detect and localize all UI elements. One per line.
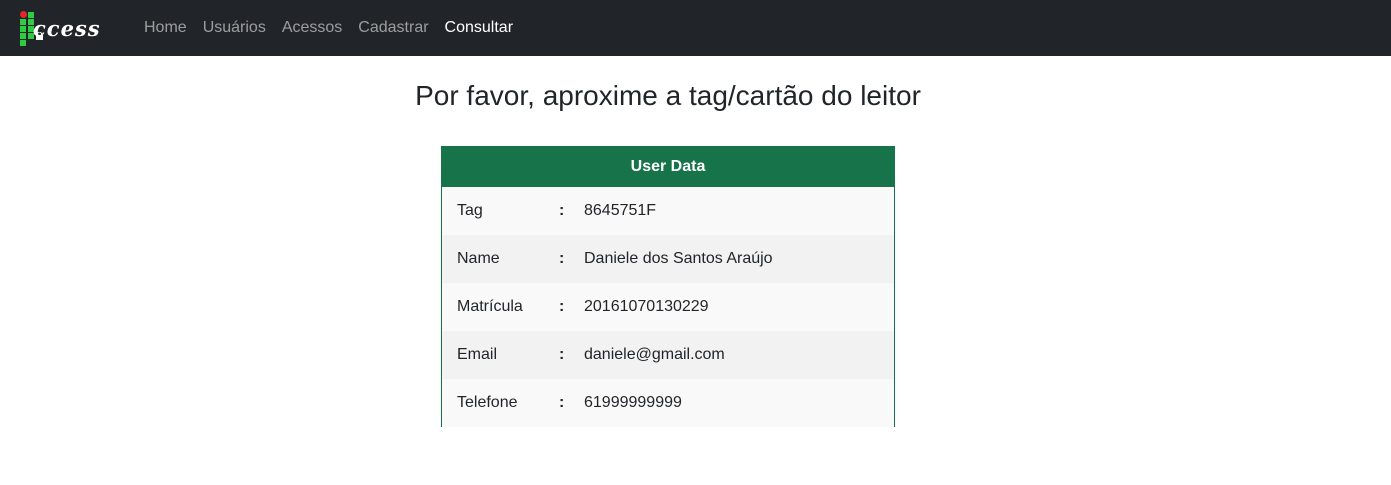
data-row-matricula: Matrícula : 20161070130229 (442, 283, 894, 331)
row-value: Daniele dos Santos Araújo (584, 250, 773, 267)
row-label: Telefone (457, 394, 518, 411)
row-value: 20161070130229 (584, 298, 709, 315)
data-row-telefone: Telefone : 61999999999 (442, 379, 894, 427)
row-separator: : (559, 202, 565, 219)
nav-link-home[interactable]: Home (144, 19, 187, 37)
row-value: 61999999999 (584, 394, 682, 411)
row-separator: : (559, 298, 565, 315)
nav-link-usuarios[interactable]: Usuários (203, 19, 266, 37)
data-row-tag: Tag : 8645751F (442, 187, 894, 235)
row-separator: : (559, 394, 565, 411)
top-navbar: ccess Home Usuários Acessos Cadastrar Co… (0, 0, 1391, 56)
nav-link-consultar[interactable]: Consultar (445, 19, 513, 37)
row-label: Tag (457, 202, 483, 219)
row-label: Matrícula (457, 298, 523, 315)
brand-text: ccess (33, 16, 101, 41)
user-data-card: User Data Tag : 8645751F Name : Daniele … (441, 146, 895, 427)
data-row-name: Name : Daniele dos Santos Araújo (442, 235, 894, 283)
data-row-email: Email : daniele@gmail.com (442, 331, 894, 379)
page-title: Por favor, aproxime a tag/cartão do leit… (415, 80, 921, 111)
row-value: 8645751F (584, 202, 657, 219)
brand-logo[interactable]: ccess (19, 10, 124, 46)
card-header: User Data (442, 147, 894, 187)
row-label: Name (457, 250, 500, 267)
nav-link-acessos[interactable]: Acessos (282, 19, 342, 37)
row-separator: : (559, 250, 565, 267)
row-label: Email (457, 346, 498, 363)
nav-links: Home Usuários Acessos Cadastrar Consulta… (144, 0, 529, 56)
row-separator: : (559, 346, 565, 363)
nav-link-cadastrar[interactable]: Cadastrar (358, 19, 428, 37)
row-value: daniele@gmail.com (584, 346, 725, 363)
